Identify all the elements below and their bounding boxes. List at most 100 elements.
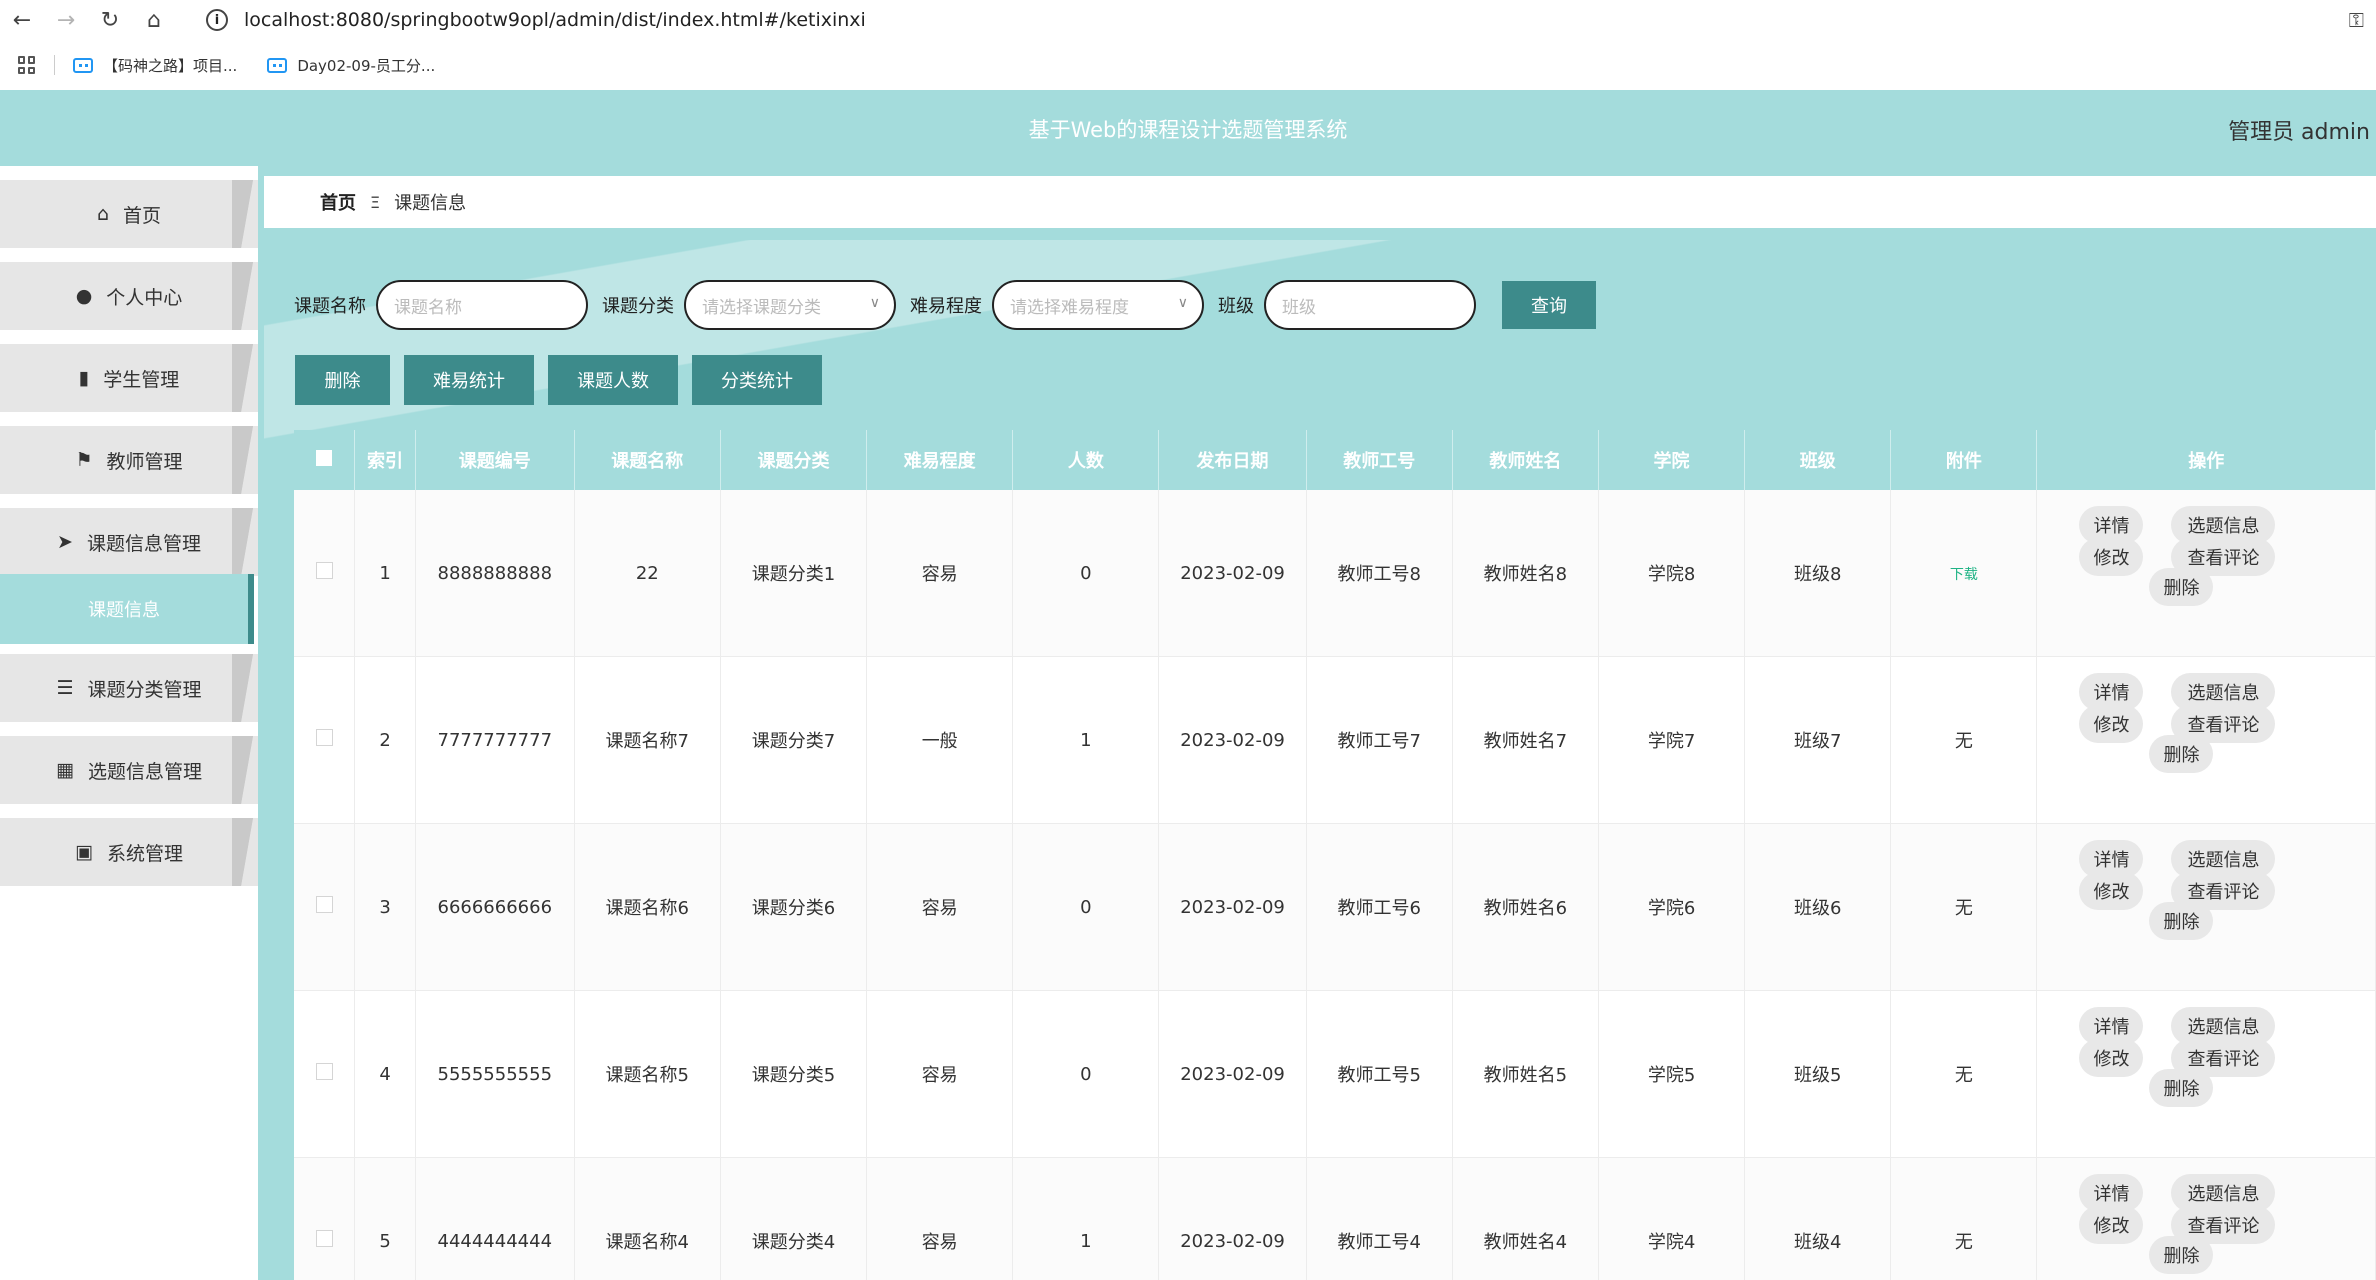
- table-cell: 容易: [866, 990, 1014, 1158]
- category-stats-button[interactable]: 分类统计: [692, 355, 822, 405]
- column-header: 人数: [1012, 430, 1160, 490]
- search-form: 课题名称 课题名称 课题分类 请选择课题分类 ∨ 难易程度 请选择难易程度 ∨ 班级…: [294, 280, 1596, 330]
- difficulty-label: 难易程度: [910, 296, 982, 317]
- row-delete-button[interactable]: 删除: [2149, 1236, 2214, 1274]
- breadcrumb-current: 课题信息: [394, 193, 467, 214]
- table-cell: 容易: [866, 1157, 1014, 1280]
- home-icon: ⌂: [96, 203, 110, 225]
- sidebar-subitem-topic-info[interactable]: 课题信息: [0, 574, 254, 644]
- grid-icon: ▦: [56, 759, 74, 781]
- reload-icon[interactable]: ↻: [88, 0, 132, 40]
- edit-button[interactable]: 修改: [2079, 705, 2144, 743]
- table-cell: 教师姓名6: [1452, 823, 1599, 991]
- table-cell: 0: [1012, 490, 1160, 657]
- sidebar-item-topic-info[interactable]: ➤ 课题信息管理: [0, 508, 258, 576]
- class-label: 班级: [1218, 296, 1254, 317]
- forward-icon[interactable]: →: [44, 0, 88, 40]
- edit-button[interactable]: 修改: [2079, 1206, 2144, 1244]
- table-cell: 3: [354, 823, 416, 991]
- table-cell: 教师姓名7: [1452, 656, 1599, 824]
- table-row: 1 8888888888 22 课题分类1 容易 0 2023-02-09 教师工号8 教师姓名…: [294, 490, 2376, 657]
- table-row: 3 6666666666 课题名称6 课题分类6 容易 0 2023-02-09 教师工号6 教…: [294, 823, 2376, 991]
- topic-name-input[interactable]: 课题名称: [376, 280, 588, 330]
- sidebar-item-teachers[interactable]: ⚑ 教师管理: [0, 426, 258, 494]
- difficulty-select[interactable]: 请选择难易程度 ∨: [992, 280, 1204, 330]
- difficulty-stats-button[interactable]: 难易统计: [404, 355, 534, 405]
- row-checkbox[interactable]: [294, 823, 356, 991]
- sidebar-item-students[interactable]: ▮ 学生管理: [0, 344, 258, 412]
- topic-count-button[interactable]: 课题人数: [548, 355, 678, 405]
- topic-name-label: 课题名称: [294, 296, 366, 317]
- select-all-checkbox[interactable]: [294, 430, 356, 490]
- operations-cell: 详情 选题信息 修改 查看评论 删除: [2036, 1157, 2376, 1280]
- row-delete-button[interactable]: 删除: [2149, 902, 2214, 940]
- attachment-cell: 无: [1890, 823, 2038, 991]
- row-delete-button[interactable]: 删除: [2149, 568, 2214, 606]
- sidebar-item-selection[interactable]: ▦ 选题信息管理: [0, 736, 258, 804]
- table-cell: 5: [354, 1157, 416, 1280]
- edit-button[interactable]: 修改: [2079, 538, 2144, 576]
- table-cell: 课题名称6: [574, 823, 721, 991]
- table-cell: 学院6: [1598, 823, 1746, 991]
- row-checkbox[interactable]: [294, 656, 356, 824]
- address-bar[interactable]: i localhost:8080/springbootw9opl/admin/d…: [206, 2, 866, 38]
- sidebar-item-profile[interactable]: ● 个人中心: [0, 262, 258, 330]
- table-row: 2 7777777777 课题名称7 课题分类7 一般 1 2023-02-09 教师工号7 教…: [294, 656, 2376, 824]
- download-link[interactable]: 下载: [1950, 567, 1978, 583]
- row-delete-button[interactable]: 删除: [2149, 1069, 2214, 1107]
- user-label[interactable]: 管理员 admin: [2228, 114, 2370, 146]
- table-cell: 教师姓名8: [1452, 490, 1599, 657]
- table-cell: 1: [354, 490, 416, 657]
- column-header: 操作: [2036, 430, 2376, 490]
- key-icon[interactable]: ⚿: [2349, 8, 2364, 32]
- table-cell: 班级4: [1744, 1157, 1892, 1280]
- sidebar-item-system[interactable]: ▣ 系统管理: [0, 818, 258, 886]
- book-icon: ▮: [78, 367, 90, 389]
- topic-table: 索引 课题编号 课题名称 课题分类 难易程度 人数 发布日期 教师工号 教师姓名…: [294, 430, 2376, 1280]
- table-cell: 2023-02-09: [1158, 990, 1307, 1158]
- bookmark-item[interactable]: Day02-09-员工分...: [267, 55, 435, 76]
- app-window: ← → ↻ ⌂ i localhost:8080/springbootw9opl…: [0, 0, 2376, 1280]
- breadcrumb-separator-icon: Ξ: [370, 192, 381, 212]
- info-icon[interactable]: i: [206, 9, 228, 31]
- row-operations: 详情 选题信息 修改 查看评论 删除: [2037, 657, 2375, 823]
- back-icon[interactable]: ←: [0, 0, 44, 40]
- table-cell: 容易: [866, 823, 1014, 991]
- apps-grid-icon[interactable]: [18, 56, 36, 74]
- browser-toolbar: ← → ↻ ⌂ i localhost:8080/springbootw9opl…: [0, 0, 2376, 40]
- breadcrumb: 首页 Ξ 课题信息: [264, 176, 2376, 228]
- row-delete-button[interactable]: 删除: [2149, 735, 2214, 773]
- table-cell: 0: [1012, 823, 1160, 991]
- row-checkbox[interactable]: [294, 990, 356, 1158]
- row-checkbox[interactable]: [294, 490, 356, 657]
- table-cell: 教师工号8: [1306, 490, 1453, 657]
- topic-category-select[interactable]: 请选择课题分类 ∨: [684, 280, 896, 330]
- class-input[interactable]: 班级: [1264, 280, 1476, 330]
- edit-button[interactable]: 修改: [2079, 872, 2144, 910]
- table-cell: 课题分类1: [720, 490, 868, 657]
- table-cell: 教师姓名4: [1452, 1157, 1599, 1280]
- column-header: 课题编号: [415, 430, 575, 490]
- delete-button[interactable]: 删除: [295, 355, 390, 405]
- column-header: 课题名称: [574, 430, 721, 490]
- query-button[interactable]: 查询: [1502, 281, 1596, 329]
- list-icon: ☰: [56, 677, 74, 699]
- flag-icon: ⚑: [75, 449, 93, 471]
- sidebar-item-topic-category[interactable]: ☰ 课题分类管理: [0, 654, 258, 722]
- edit-button[interactable]: 修改: [2079, 1039, 2144, 1077]
- row-checkbox[interactable]: [294, 1157, 356, 1280]
- app-title: 基于Web的课程设计选题管理系统: [1028, 118, 1348, 142]
- table-cell: 教师工号6: [1306, 823, 1453, 991]
- home-browser-icon[interactable]: ⌂: [132, 0, 176, 40]
- sidebar-item-home[interactable]: ⌂ 首页: [0, 180, 258, 248]
- table-cell: 课题名称4: [574, 1157, 721, 1280]
- column-header: 附件: [1890, 430, 2038, 490]
- table-cell: 班级8: [1744, 490, 1892, 657]
- chevron-down-icon: ∨: [1177, 295, 1188, 311]
- column-header: 班级: [1744, 430, 1892, 490]
- table-cell: 课题名称5: [574, 990, 721, 1158]
- breadcrumb-home[interactable]: 首页: [320, 189, 356, 215]
- table-cell: 2023-02-09: [1158, 1157, 1307, 1280]
- bookmark-item[interactable]: 【码神之路】项目...: [73, 55, 237, 76]
- action-bar: 删除 难易统计 课题人数 分类统计: [295, 355, 836, 405]
